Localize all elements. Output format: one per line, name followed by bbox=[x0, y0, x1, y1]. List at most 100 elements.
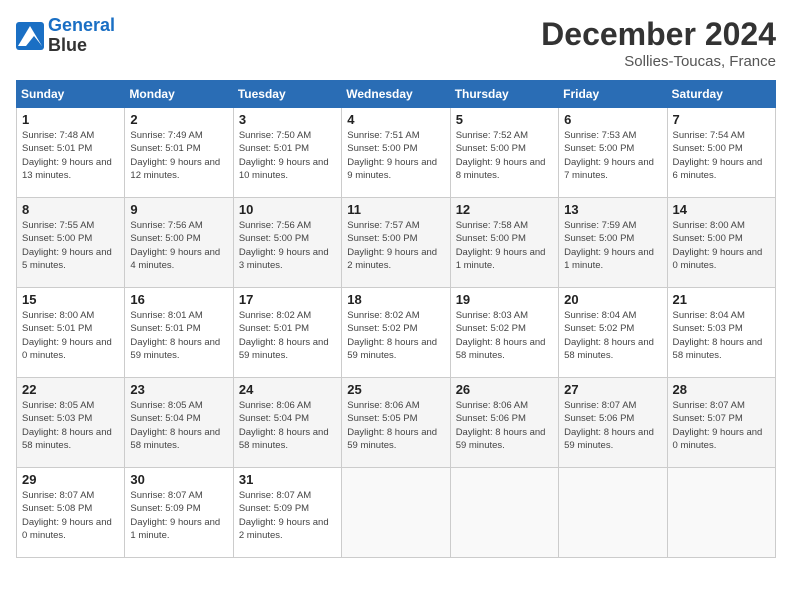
day-number: 24 bbox=[239, 382, 336, 397]
day-info: Sunrise: 7:57 AM Sunset: 5:00 PM Dayligh… bbox=[347, 219, 444, 272]
day-number: 17 bbox=[239, 292, 336, 307]
day-info: Sunrise: 8:06 AM Sunset: 5:06 PM Dayligh… bbox=[456, 399, 553, 452]
day-info: Sunrise: 7:52 AM Sunset: 5:00 PM Dayligh… bbox=[456, 129, 553, 182]
day-info: Sunrise: 7:49 AM Sunset: 5:01 PM Dayligh… bbox=[130, 129, 227, 182]
day-number: 4 bbox=[347, 112, 444, 127]
day-info: Sunrise: 8:06 AM Sunset: 5:05 PM Dayligh… bbox=[347, 399, 444, 452]
day-info: Sunrise: 7:54 AM Sunset: 5:00 PM Dayligh… bbox=[673, 129, 770, 182]
day-number: 12 bbox=[456, 202, 553, 217]
calendar-week-row: 15 Sunrise: 8:00 AM Sunset: 5:01 PM Dayl… bbox=[17, 288, 776, 378]
day-info: Sunrise: 8:00 AM Sunset: 5:00 PM Dayligh… bbox=[673, 219, 770, 272]
logo-icon bbox=[16, 22, 44, 50]
logo-text: General Blue bbox=[48, 16, 115, 56]
calendar-day-cell: 11 Sunrise: 7:57 AM Sunset: 5:00 PM Dayl… bbox=[342, 198, 450, 288]
calendar-header-row: Sunday Monday Tuesday Wednesday Thursday… bbox=[17, 81, 776, 108]
title-block: December 2024 Sollies-Toucas, France bbox=[541, 16, 776, 70]
col-thursday: Thursday bbox=[450, 81, 558, 108]
day-info: Sunrise: 8:04 AM Sunset: 5:03 PM Dayligh… bbox=[673, 309, 770, 362]
calendar-week-row: 22 Sunrise: 8:05 AM Sunset: 5:03 PM Dayl… bbox=[17, 378, 776, 468]
calendar-day-cell: 16 Sunrise: 8:01 AM Sunset: 5:01 PM Dayl… bbox=[125, 288, 233, 378]
day-number: 6 bbox=[564, 112, 661, 127]
day-number: 31 bbox=[239, 472, 336, 487]
day-info: Sunrise: 8:00 AM Sunset: 5:01 PM Dayligh… bbox=[22, 309, 119, 362]
day-number: 9 bbox=[130, 202, 227, 217]
calendar-day-cell: 2 Sunrise: 7:49 AM Sunset: 5:01 PM Dayli… bbox=[125, 108, 233, 198]
calendar-day-cell: 6 Sunrise: 7:53 AM Sunset: 5:00 PM Dayli… bbox=[559, 108, 667, 198]
calendar-day-cell: 31 Sunrise: 8:07 AM Sunset: 5:09 PM Dayl… bbox=[233, 468, 341, 558]
calendar-day-cell bbox=[559, 468, 667, 558]
calendar-day-cell: 1 Sunrise: 7:48 AM Sunset: 5:01 PM Dayli… bbox=[17, 108, 125, 198]
calendar-day-cell: 21 Sunrise: 8:04 AM Sunset: 5:03 PM Dayl… bbox=[667, 288, 775, 378]
day-info: Sunrise: 7:48 AM Sunset: 5:01 PM Dayligh… bbox=[22, 129, 119, 182]
day-info: Sunrise: 8:07 AM Sunset: 5:08 PM Dayligh… bbox=[22, 489, 119, 542]
day-info: Sunrise: 7:59 AM Sunset: 5:00 PM Dayligh… bbox=[564, 219, 661, 272]
day-number: 7 bbox=[673, 112, 770, 127]
calendar-day-cell: 12 Sunrise: 7:58 AM Sunset: 5:00 PM Dayl… bbox=[450, 198, 558, 288]
location: Sollies-Toucas, France bbox=[541, 53, 776, 70]
day-number: 1 bbox=[22, 112, 119, 127]
day-number: 3 bbox=[239, 112, 336, 127]
calendar-day-cell: 13 Sunrise: 7:59 AM Sunset: 5:00 PM Dayl… bbox=[559, 198, 667, 288]
day-number: 20 bbox=[564, 292, 661, 307]
calendar-body: 1 Sunrise: 7:48 AM Sunset: 5:01 PM Dayli… bbox=[17, 108, 776, 558]
day-info: Sunrise: 7:58 AM Sunset: 5:00 PM Dayligh… bbox=[456, 219, 553, 272]
day-info: Sunrise: 7:56 AM Sunset: 5:00 PM Dayligh… bbox=[239, 219, 336, 272]
day-info: Sunrise: 8:05 AM Sunset: 5:04 PM Dayligh… bbox=[130, 399, 227, 452]
day-number: 14 bbox=[673, 202, 770, 217]
col-wednesday: Wednesday bbox=[342, 81, 450, 108]
day-number: 2 bbox=[130, 112, 227, 127]
calendar-day-cell: 5 Sunrise: 7:52 AM Sunset: 5:00 PM Dayli… bbox=[450, 108, 558, 198]
day-info: Sunrise: 7:50 AM Sunset: 5:01 PM Dayligh… bbox=[239, 129, 336, 182]
col-sunday: Sunday bbox=[17, 81, 125, 108]
calendar-day-cell: 3 Sunrise: 7:50 AM Sunset: 5:01 PM Dayli… bbox=[233, 108, 341, 198]
col-friday: Friday bbox=[559, 81, 667, 108]
day-info: Sunrise: 7:53 AM Sunset: 5:00 PM Dayligh… bbox=[564, 129, 661, 182]
day-number: 23 bbox=[130, 382, 227, 397]
day-info: Sunrise: 8:06 AM Sunset: 5:04 PM Dayligh… bbox=[239, 399, 336, 452]
calendar-day-cell: 24 Sunrise: 8:06 AM Sunset: 5:04 PM Dayl… bbox=[233, 378, 341, 468]
calendar-day-cell: 22 Sunrise: 8:05 AM Sunset: 5:03 PM Dayl… bbox=[17, 378, 125, 468]
day-info: Sunrise: 8:05 AM Sunset: 5:03 PM Dayligh… bbox=[22, 399, 119, 452]
calendar-table: Sunday Monday Tuesday Wednesday Thursday… bbox=[16, 80, 776, 558]
logo-line1: General bbox=[48, 15, 115, 35]
day-number: 25 bbox=[347, 382, 444, 397]
calendar-day-cell: 8 Sunrise: 7:55 AM Sunset: 5:00 PM Dayli… bbox=[17, 198, 125, 288]
calendar-day-cell bbox=[342, 468, 450, 558]
day-number: 8 bbox=[22, 202, 119, 217]
day-number: 16 bbox=[130, 292, 227, 307]
calendar-day-cell: 20 Sunrise: 8:04 AM Sunset: 5:02 PM Dayl… bbox=[559, 288, 667, 378]
day-info: Sunrise: 8:02 AM Sunset: 5:02 PM Dayligh… bbox=[347, 309, 444, 362]
day-number: 27 bbox=[564, 382, 661, 397]
day-info: Sunrise: 8:03 AM Sunset: 5:02 PM Dayligh… bbox=[456, 309, 553, 362]
day-number: 30 bbox=[130, 472, 227, 487]
day-number: 11 bbox=[347, 202, 444, 217]
calendar-day-cell: 25 Sunrise: 8:06 AM Sunset: 5:05 PM Dayl… bbox=[342, 378, 450, 468]
day-info: Sunrise: 8:01 AM Sunset: 5:01 PM Dayligh… bbox=[130, 309, 227, 362]
logo: General Blue bbox=[16, 16, 115, 56]
day-number: 29 bbox=[22, 472, 119, 487]
calendar-day-cell: 28 Sunrise: 8:07 AM Sunset: 5:07 PM Dayl… bbox=[667, 378, 775, 468]
day-info: Sunrise: 8:07 AM Sunset: 5:09 PM Dayligh… bbox=[239, 489, 336, 542]
calendar-week-row: 1 Sunrise: 7:48 AM Sunset: 5:01 PM Dayli… bbox=[17, 108, 776, 198]
day-number: 21 bbox=[673, 292, 770, 307]
calendar-day-cell: 23 Sunrise: 8:05 AM Sunset: 5:04 PM Dayl… bbox=[125, 378, 233, 468]
calendar-day-cell: 17 Sunrise: 8:02 AM Sunset: 5:01 PM Dayl… bbox=[233, 288, 341, 378]
logo-line2: Blue bbox=[48, 35, 87, 55]
calendar-day-cell: 14 Sunrise: 8:00 AM Sunset: 5:00 PM Dayl… bbox=[667, 198, 775, 288]
day-number: 26 bbox=[456, 382, 553, 397]
col-tuesday: Tuesday bbox=[233, 81, 341, 108]
col-monday: Monday bbox=[125, 81, 233, 108]
calendar-day-cell: 26 Sunrise: 8:06 AM Sunset: 5:06 PM Dayl… bbox=[450, 378, 558, 468]
day-info: Sunrise: 7:55 AM Sunset: 5:00 PM Dayligh… bbox=[22, 219, 119, 272]
month-title: December 2024 bbox=[541, 16, 776, 53]
day-info: Sunrise: 8:02 AM Sunset: 5:01 PM Dayligh… bbox=[239, 309, 336, 362]
day-info: Sunrise: 8:04 AM Sunset: 5:02 PM Dayligh… bbox=[564, 309, 661, 362]
calendar-day-cell: 18 Sunrise: 8:02 AM Sunset: 5:02 PM Dayl… bbox=[342, 288, 450, 378]
calendar-day-cell: 7 Sunrise: 7:54 AM Sunset: 5:00 PM Dayli… bbox=[667, 108, 775, 198]
calendar-day-cell: 19 Sunrise: 8:03 AM Sunset: 5:02 PM Dayl… bbox=[450, 288, 558, 378]
calendar-day-cell bbox=[667, 468, 775, 558]
calendar-day-cell: 9 Sunrise: 7:56 AM Sunset: 5:00 PM Dayli… bbox=[125, 198, 233, 288]
calendar-day-cell bbox=[450, 468, 558, 558]
calendar-week-row: 29 Sunrise: 8:07 AM Sunset: 5:08 PM Dayl… bbox=[17, 468, 776, 558]
day-number: 5 bbox=[456, 112, 553, 127]
